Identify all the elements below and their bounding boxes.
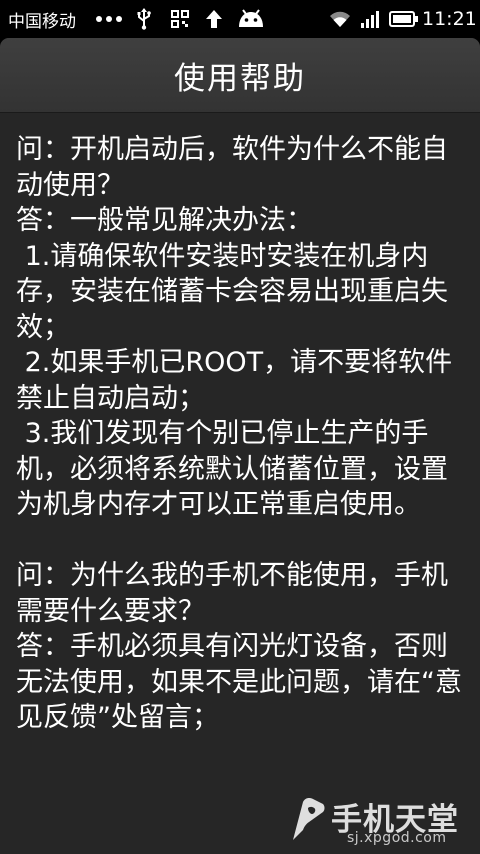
answer-1-item-1: 1.请确保软件安装时安装在机身内存，安装在储蓄卡会容易出现重启失效；	[16, 240, 448, 343]
clock: 11:21	[422, 8, 477, 30]
dialog-title: 使用帮助	[174, 60, 306, 97]
qr-code-icon	[171, 0, 189, 38]
usb-icon	[136, 0, 152, 38]
status-bar: 中国移动 11:21	[0, 0, 480, 38]
watermark-url: sj.xpgod.com	[347, 830, 447, 846]
dialog-header: 使用帮助	[0, 38, 480, 113]
battery-icon	[389, 0, 419, 38]
wifi-icon	[328, 0, 352, 38]
watermark: 手机天堂 sj.xpgod.com	[287, 792, 472, 850]
help-content[interactable]: 问：开机启动后，软件为什么不能自动使用？ 答：一般常见解决办法： 1.请确保软件…	[16, 132, 471, 736]
question-1: 问：开机启动后，软件为什么不能自动使用？	[16, 134, 448, 201]
answer-2: 答：手机必须具有闪光灯设备，否则无法使用，如果不是此问题，请在“意见反馈”处留言…	[16, 631, 462, 733]
more-notifications-icon	[95, 0, 125, 38]
question-2: 问：为什么我的手机不能使用，手机需要什么要求？	[16, 560, 448, 627]
signal-strength-icon	[360, 0, 380, 38]
answer-1-intro: 答：一般常见解决办法：	[16, 205, 313, 236]
upload-arrow-icon	[205, 0, 223, 38]
answer-1-item-3: 3.我们发现有个别已停止生产的手机，必须将系统默认储蓄位置，设置为机身内存才可以…	[16, 418, 448, 520]
android-icon	[237, 0, 265, 38]
screen: 中国移动 11:21 使用帮助 问：开机启动后，软件为什么不能自动使用？ 答：一…	[0, 0, 480, 854]
site-logo-icon	[293, 798, 325, 840]
carrier-name: 中国移动	[8, 11, 76, 32]
help-dialog: 使用帮助 问：开机启动后，软件为什么不能自动使用？ 答：一般常见解决办法： 1.…	[0, 38, 480, 854]
answer-1-item-2: 2.如果手机已ROOT，请不要将软件禁止自动启动；	[16, 347, 453, 414]
